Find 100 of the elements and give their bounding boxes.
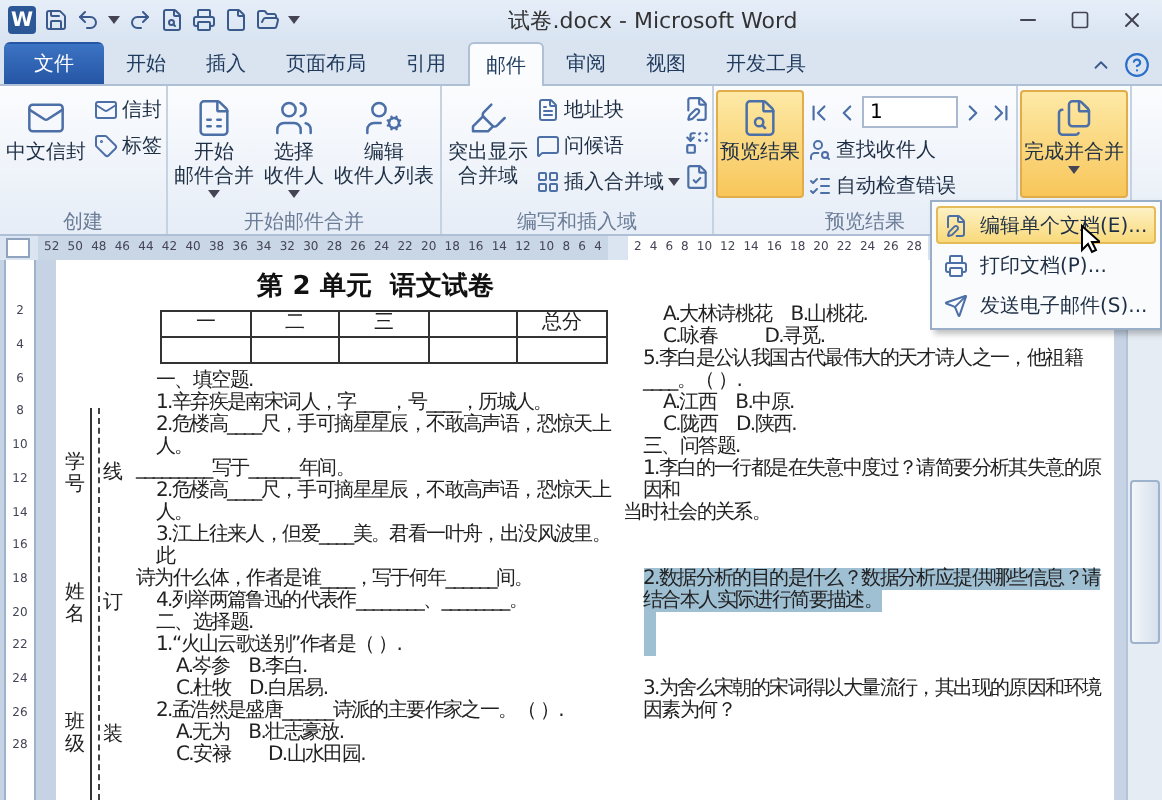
ribbon-button[interactable]: 插入合并域 (534, 166, 682, 198)
ribbon-button[interactable]: 编辑 收件人列表 (330, 90, 438, 198)
document-title: 第 2 单元 语文试卷 (255, 269, 496, 304)
document-text: A.无为 B.壮志豪放. (174, 722, 344, 744)
table-cell (340, 338, 429, 364)
ribbon-tab[interactable]: 开发工具 (708, 42, 824, 84)
document-text: 4.列举两篇鲁迅的代表作________、________。 (154, 590, 528, 612)
caret-icon (208, 190, 220, 198)
ribbon-button[interactable]: 选择 收件人 (260, 90, 328, 202)
ribbon-button[interactable]: 自动检查错误 (806, 170, 1014, 202)
binding-mark: 装 (103, 723, 123, 746)
printer-icon (944, 253, 968, 277)
table-cell: 三 (340, 312, 429, 338)
ribbon-button[interactable]: 突出显示 合并域 (444, 90, 532, 198)
undo-icon[interactable] (76, 8, 100, 32)
ribbon-tab[interactable]: 开始 (108, 42, 184, 84)
folder-icon[interactable] (256, 8, 280, 32)
document-text: A.大林诗桃花 B.山桃花. (661, 304, 868, 326)
label-icon (94, 134, 118, 158)
ribbon-button[interactable]: 预览结果 (716, 90, 804, 198)
caret-icon (288, 190, 300, 198)
document-text: C.杜牧 D.白居易. (174, 678, 328, 700)
menu-item[interactable]: 打印文档(P)... (936, 246, 1156, 284)
document-text: 1.“火山云歌送别”作者是（ ）. (154, 634, 402, 656)
table-cell (429, 338, 518, 364)
binding-label: 班级 (65, 712, 85, 757)
document-text: 2.危楼高____尺，手可摘星星辰，不敢高声语，恐惊天上人。 (154, 414, 613, 458)
group-title: 开始邮件合并 (244, 209, 364, 234)
document-text: 3.江上往来人，但爱____美。君看一叶舟，出没风波里。此 (156, 524, 613, 568)
binding-mark: 订 (103, 592, 123, 615)
ribbon-button[interactable]: 问候语 (534, 130, 682, 162)
binding-label: 学号 (65, 451, 85, 496)
document-icon (536, 98, 560, 122)
document-text: 5.李白是公认我国古代最伟大的天才诗人之一，他祖籍____。（ ）. (641, 348, 1085, 392)
ribbon-tab[interactable]: 审阅 (548, 42, 624, 84)
record-field[interactable]: 1 (862, 96, 958, 128)
print-icon[interactable] (192, 8, 216, 32)
binding-mark: 线 (103, 462, 123, 485)
binding-label: 姓名 (65, 581, 85, 626)
user-search-icon (808, 138, 832, 162)
ribbon-button[interactable]: 查找收件人 (806, 134, 1014, 166)
window-title: 试卷.docx - Microsoft Word (506, 5, 800, 35)
checklist-icon (808, 174, 832, 198)
table-cell (251, 338, 340, 364)
document-text: 诗为什么体，作者是谁____，写于何年______间。 (136, 568, 533, 590)
tab-selector[interactable] (6, 238, 30, 258)
ribbon-tab[interactable]: 文件 (4, 42, 104, 84)
table-cell: 一 (162, 312, 251, 338)
menu-item[interactable]: 发送电子邮件(S)... (936, 286, 1156, 324)
new-document-icon[interactable] (224, 8, 248, 32)
table-cell (518, 338, 607, 364)
caret-icon (668, 178, 680, 186)
caret-icon (288, 16, 300, 24)
document-text: 当时社会的关系。 (623, 502, 771, 524)
scrollbar-thumb[interactable] (1130, 480, 1160, 644)
ribbon-button[interactable]: 标签 (92, 130, 164, 162)
ribbon-tab[interactable]: 插入 (188, 42, 264, 84)
document-text: A.岑参 B.李白. (174, 656, 307, 678)
document-text: C.咏春 D.寻觅. (663, 326, 825, 348)
app-logo: W (8, 6, 36, 34)
document-icon (194, 94, 234, 142)
document-text: _________写于______年间。 (136, 458, 355, 480)
grid-icon (536, 170, 560, 194)
speech-icon (536, 134, 560, 158)
document-text: C.安禄 D.山水田园. (174, 744, 365, 766)
document-edit-icon (944, 213, 968, 237)
caret-icon (108, 16, 120, 24)
help-icon[interactable] (1124, 51, 1150, 77)
table-cell: 二 (251, 312, 340, 338)
ribbon-button[interactable]: 中文信封 (2, 90, 90, 198)
last-record-icon[interactable] (988, 99, 1014, 125)
document-text: 2.孟浩然是盛唐______诗派的主要作家之一。（ ）. (154, 700, 563, 722)
document-text: A.江西 B.中原. (661, 392, 794, 414)
ribbon-tab[interactable]: 视图 (628, 42, 704, 84)
ribbon-button[interactable]: 开始 邮件合并 (170, 90, 258, 202)
ribbon-button[interactable]: 地址块 (534, 94, 682, 126)
document-text: 2.危楼高____尺，手可摘星星辰，不敢高声语，恐惊天上人。 (154, 480, 613, 524)
group-title: 预览结果 (825, 209, 905, 234)
documents-icon (1054, 94, 1094, 142)
document-text: 1.辛弃疾是南宋词人，字____，号____，历城人。 (154, 392, 552, 414)
ribbon-button[interactable]: 完成并合并 (1020, 90, 1128, 198)
magnifier-icon (740, 94, 780, 142)
print-preview-icon[interactable] (160, 8, 184, 32)
document-text: 二、选择题. (154, 612, 253, 634)
ribbon-tab[interactable]: 引用 (388, 42, 464, 84)
redo-icon[interactable] (128, 8, 152, 32)
envelope-icon (94, 98, 118, 122)
group-title: 编写和插入域 (517, 209, 637, 234)
group-title: 创建 (63, 209, 103, 234)
document-text: 一、填空题. (154, 370, 253, 392)
document-text: 2.数据分析的目的是什么？数据分析应提供哪些信息？请结合本人实际进行简要描述。 (641, 568, 1102, 612)
caret-icon (1068, 166, 1080, 174)
ribbon-button[interactable]: 信封 (92, 94, 164, 126)
document-text: 三、问答题. (641, 436, 740, 458)
send-icon (944, 293, 968, 317)
ribbon-tab[interactable]: 邮件 (468, 42, 544, 86)
ribbon-tab[interactable]: 页面布局 (268, 42, 384, 84)
table-cell: 总分 (518, 312, 607, 338)
save-icon[interactable] (44, 8, 68, 32)
document-text: 3.为舍么宋朝的宋词得以大量流行，其出现的原因和环境因素为何？ (641, 678, 1102, 722)
